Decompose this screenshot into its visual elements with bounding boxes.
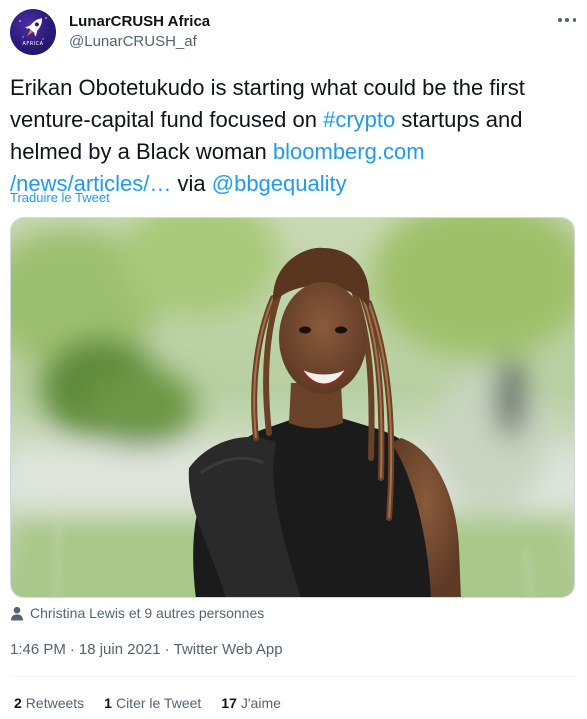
tweet-text: Erikan Obotetukudo is starting what coul…	[10, 72, 580, 200]
tweet-source[interactable]: Twitter Web App	[174, 641, 283, 658]
likes-stat[interactable]: 17 J'aime	[221, 695, 281, 711]
tweet-stats: 2 Retweets 1 Citer le Tweet 17 J'aime	[14, 695, 281, 711]
user-handle[interactable]: @LunarCRUSH_af	[69, 33, 197, 50]
avatar[interactable]: AFRICA	[10, 9, 56, 55]
translate-tweet-link[interactable]: Traduire le Tweet	[10, 190, 110, 205]
mention-link[interactable]: @bbgequality	[212, 171, 347, 196]
hashtag-link[interactable]: #crypto	[323, 107, 395, 132]
more-horizontal-icon-dot	[565, 18, 569, 22]
more-horizontal-icon-dot	[572, 18, 576, 22]
avatar-text: AFRICA	[22, 41, 44, 47]
article-link-line1: bloomberg.com	[272, 139, 425, 164]
retweets-count: 2	[14, 695, 22, 711]
tweet-time[interactable]: 1:46 PM	[10, 641, 66, 658]
divider	[10, 676, 577, 677]
tweet-meta: 1:46 PM · 18 juin 2021 · Twitter Web App	[10, 641, 283, 658]
tweet-text-part: via	[171, 171, 212, 196]
tagged-people[interactable]: Christina Lewis et 9 autres personnes	[10, 605, 264, 621]
quotes-count: 1	[104, 695, 112, 711]
quotes-stat[interactable]: 1 Citer le Tweet	[104, 695, 201, 711]
retweets-label: Retweets	[25, 695, 85, 711]
rocket-icon	[19, 17, 47, 40]
person-icon	[11, 606, 23, 620]
meta-separator: ·	[69, 641, 75, 658]
likes-label: J'aime	[240, 695, 281, 711]
likes-count: 17	[221, 695, 237, 711]
more-horizontal-icon-dot	[558, 18, 562, 22]
retweets-stat[interactable]: 2 Retweets	[14, 695, 84, 711]
tagged-people-text: Christina Lewis et 9 autres personnes	[30, 605, 265, 621]
tweet: AFRICA LunarCRUSH Africa @LunarCRUSH_af …	[0, 0, 587, 719]
quotes-label: Citer le Tweet	[115, 695, 202, 711]
meta-separator: ·	[164, 641, 170, 658]
more-options-button[interactable]	[555, 10, 579, 30]
photo-image	[11, 218, 574, 597]
display-name[interactable]: LunarCRUSH Africa	[69, 13, 210, 30]
tweet-date[interactable]: 18 juin 2021	[79, 641, 161, 658]
tweet-photo[interactable]	[10, 217, 575, 598]
